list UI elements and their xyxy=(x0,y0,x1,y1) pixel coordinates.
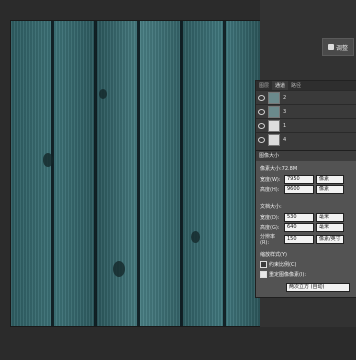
document-size-label: 文档大小: xyxy=(260,204,282,210)
dialog-title: 图像大小 xyxy=(256,151,356,161)
layer-thumbnail xyxy=(268,105,280,118)
scale-styles-label: 缩放样式(Y) xyxy=(260,252,287,258)
resample-label: 重定图像像素(I): xyxy=(269,272,307,278)
tab-layers[interactable]: 图层 xyxy=(256,81,272,90)
layer-thumbnail xyxy=(268,91,280,104)
tab-channels[interactable]: 通道 xyxy=(272,81,289,90)
resample-method-select[interactable]: 两次立方 (自动) xyxy=(286,283,350,292)
width-px-input[interactable]: 7950 xyxy=(284,175,314,184)
adjust-label: 调整 xyxy=(335,44,348,52)
width-mm-input[interactable]: 530 xyxy=(284,213,314,222)
eye-icon[interactable] xyxy=(258,94,265,101)
layer-thumbnail xyxy=(268,133,280,146)
layer-row[interactable]: 3 xyxy=(256,104,356,118)
height-px-row: 高度(H): 9600 像素 xyxy=(260,185,344,194)
height-px-label: 高度(H): xyxy=(260,187,280,193)
resample-checkbox[interactable] xyxy=(260,271,267,278)
bottom-area xyxy=(0,327,356,360)
eye-icon[interactable] xyxy=(258,108,265,115)
constrain-label: 约束比例(C) xyxy=(269,262,297,268)
resolution-input[interactable]: 150 xyxy=(284,235,314,244)
layer-name: 4 xyxy=(283,136,287,143)
scale-styles-option[interactable]: 缩放样式(Y) xyxy=(260,251,287,258)
height-px-unit[interactable]: 像素 xyxy=(316,185,344,194)
layer-thumbnail xyxy=(268,119,280,132)
width-px-row: 宽度(W): 7950 像素 xyxy=(260,175,344,184)
layer-name: 2 xyxy=(283,94,287,101)
image-size-dialog: 图像大小 像素大小:72.8M 宽度(W): 7950 像素 高度(H): 96… xyxy=(255,150,356,298)
layer-name: 3 xyxy=(283,108,287,115)
resolution-row: 分辨率(R): 150 像素/英寸 xyxy=(260,233,344,246)
height-px-input[interactable]: 9600 xyxy=(284,185,314,194)
width-mm-row: 宽度(D): 530 毫米 xyxy=(260,213,344,222)
constrain-proportions-option[interactable]: 约束比例(C) xyxy=(260,261,296,268)
width-mm-unit[interactable]: 毫米 xyxy=(316,213,344,222)
wood-knot xyxy=(191,231,200,243)
constrain-checkbox[interactable] xyxy=(260,261,267,268)
resample-option[interactable]: 重定图像像素(I): xyxy=(260,271,306,278)
layer-row[interactable]: 1 xyxy=(256,118,356,132)
pixel-dimensions-label: 像素大小:72.8M xyxy=(260,166,298,172)
layers-panel: 图层 通道 路径 2 3 1 4 xyxy=(255,80,356,152)
adjust-button[interactable]: 调整 xyxy=(322,38,354,56)
layer-row[interactable]: 4 xyxy=(256,132,356,146)
layers-tabs: 图层 通道 路径 xyxy=(256,81,356,90)
texture-canvas[interactable] xyxy=(10,20,262,327)
height-mm-row: 高度(G): 640 毫米 xyxy=(260,223,344,232)
width-px-unit[interactable]: 像素 xyxy=(316,175,344,184)
width-px-label: 宽度(W): xyxy=(260,177,281,183)
resolution-unit[interactable]: 像素/英寸 xyxy=(316,235,344,244)
tab-paths[interactable]: 路径 xyxy=(288,81,304,90)
wood-knot xyxy=(43,153,53,167)
eye-icon[interactable] xyxy=(258,136,265,143)
layer-row[interactable]: 2 xyxy=(256,90,356,104)
wood-knot xyxy=(113,261,125,277)
adjust-icon xyxy=(327,44,334,50)
height-mm-input[interactable]: 640 xyxy=(284,223,314,232)
layer-name: 1 xyxy=(283,122,287,129)
width-mm-label: 宽度(D): xyxy=(260,215,280,221)
eye-icon[interactable] xyxy=(258,122,265,129)
height-mm-unit[interactable]: 毫米 xyxy=(316,223,344,232)
height-mm-label: 高度(G): xyxy=(260,225,280,231)
wood-knot xyxy=(99,89,107,99)
resolution-label: 分辨率(R): xyxy=(260,234,276,246)
